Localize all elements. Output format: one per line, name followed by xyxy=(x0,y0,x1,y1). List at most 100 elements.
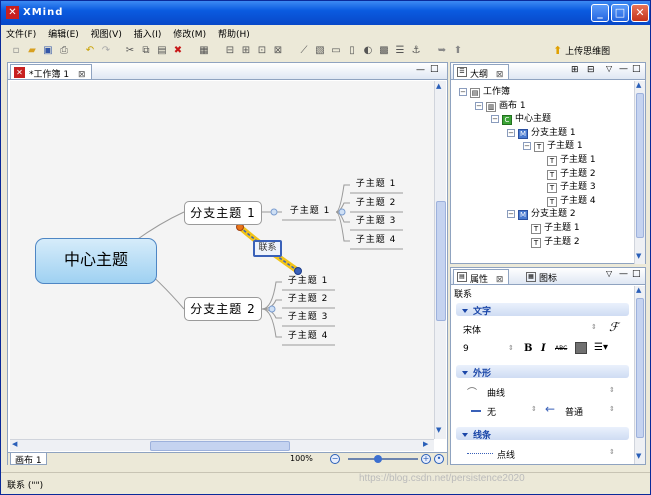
menu-help[interactable]: 帮助(H) xyxy=(213,25,254,40)
paste-icon[interactable]: ▤ xyxy=(155,44,169,58)
size-spinner-icon[interactable]: ⇕ xyxy=(508,344,514,352)
collapse-handle-3[interactable] xyxy=(268,305,276,313)
boundary-icon[interactable]: ▭ xyxy=(329,44,343,58)
zoom-slider[interactable] xyxy=(348,458,418,460)
collapse-icon[interactable]: − xyxy=(507,128,515,137)
delete-icon[interactable]: ✖ xyxy=(171,44,185,58)
properties-scrollbar[interactable]: ▲ ▼ xyxy=(634,286,645,464)
font-picker-icon[interactable]: ℱ xyxy=(609,320,618,334)
font-size-value[interactable]: 9 xyxy=(463,344,469,354)
outline-tree-row[interactable]: − C 中心主题 xyxy=(491,111,551,126)
outline-tree-row[interactable]: T 子主题 2 xyxy=(531,234,580,248)
minimize-button[interactable]: _ xyxy=(591,4,609,22)
collapse-handle-2[interactable] xyxy=(338,208,346,216)
line-shape-value[interactable]: 曲线 xyxy=(487,386,505,399)
scroll-right-icon[interactable]: ▶ xyxy=(423,440,428,448)
outline-scroll-up-icon[interactable]: ▲ xyxy=(636,81,641,89)
start-arrow-spinner-icon[interactable]: ⇕ xyxy=(531,405,537,413)
bold-icon[interactable]: B xyxy=(524,343,532,354)
menu-file[interactable]: 文件(F) xyxy=(1,25,40,40)
outline-tree-row[interactable]: T 子主题 1 xyxy=(531,220,580,234)
outline-tool-icon[interactable]: ⊞ xyxy=(571,65,579,75)
outline-tree-row[interactable]: T 子主题 1 xyxy=(547,152,596,166)
vertical-scroll-thumb[interactable] xyxy=(436,201,446,321)
close-properties-icon[interactable]: ⊠ xyxy=(496,275,504,285)
outline-tree-row[interactable]: − T 子主题 1 xyxy=(523,138,583,153)
collapse-icon[interactable]: − xyxy=(523,142,531,151)
end-arrow-spinner-icon[interactable]: ⇕ xyxy=(609,405,615,413)
main-topic-2[interactable]: 分支主题 2 xyxy=(184,297,262,321)
insert-topic-icon[interactable]: ⊟ xyxy=(223,44,237,58)
outline-tab[interactable]: ☰ 大纲 ⊠ xyxy=(453,64,510,80)
outline-tool2-icon[interactable]: ⊟ xyxy=(587,65,595,75)
relationship-label[interactable]: 联系 xyxy=(253,240,282,257)
menu-view[interactable]: 视图(V) xyxy=(86,25,126,40)
scroll-down-icon[interactable]: ▼ xyxy=(436,426,441,434)
collapse-icon[interactable]: − xyxy=(491,115,499,124)
save-icon[interactable]: ▣ xyxy=(41,44,55,58)
horizontal-scroll-thumb[interactable] xyxy=(150,441,290,451)
properties-scroll-down-icon[interactable]: ▼ xyxy=(636,452,641,460)
italic-icon[interactable]: I xyxy=(541,343,546,354)
insert-subtopic-icon[interactable]: ⊞ xyxy=(239,44,253,58)
leaf-topic[interactable]: 子主题 2 xyxy=(280,291,336,308)
view-menu-icon[interactable]: ▽ xyxy=(606,64,612,73)
scroll-left-icon[interactable]: ◀ xyxy=(12,440,17,448)
redo-icon[interactable]: ↷ xyxy=(99,44,113,58)
outline-scroll-down-icon[interactable]: ▼ xyxy=(636,252,641,260)
notes-icon[interactable]: ☰ xyxy=(393,44,407,58)
outline-tree-row[interactable]: T 子主题 4 xyxy=(547,193,596,207)
summary-icon[interactable]: ▯ xyxy=(345,44,359,58)
central-topic[interactable]: 中心主题 xyxy=(35,238,157,284)
leaf-topic[interactable]: 子主题 3 xyxy=(280,309,336,326)
text-section-header[interactable]: 文字 xyxy=(456,303,629,317)
collapse-handle-1[interactable] xyxy=(270,208,278,216)
leaf-topic[interactable]: 子主题 4 xyxy=(348,232,404,249)
mind-map-canvas[interactable]: 中心主题 分支主题 1 分支主题 2 子主题 1 子主题 1 子主题 2 子主题… xyxy=(10,81,434,439)
outline-scroll-thumb[interactable] xyxy=(636,93,644,238)
end-arrow-value[interactable]: 普通 xyxy=(565,405,583,418)
menu-insert[interactable]: 插入(I) xyxy=(129,25,166,40)
zoom-slider-knob[interactable] xyxy=(374,455,382,463)
image-icon[interactable]: ▧ xyxy=(313,44,327,58)
shape-spinner-icon[interactable]: ⇕ xyxy=(609,386,615,394)
font-family-value[interactable]: 宋体 xyxy=(463,323,481,336)
close-outline-icon[interactable]: ⊠ xyxy=(496,70,504,80)
upload-button[interactable]: ⬆ 上传思维图 xyxy=(553,44,610,57)
leaf-topic[interactable]: 子主题 3 xyxy=(348,213,404,230)
outline-tree-row[interactable]: − M 分支主题 2 xyxy=(507,206,576,221)
outline-tree-row[interactable]: T 子主题 3 xyxy=(547,179,596,194)
menu-edit[interactable]: 编辑(E) xyxy=(43,25,83,40)
zoom-out-icon[interactable]: − xyxy=(330,454,340,464)
outline-tree-row[interactable]: T 子主题 2 xyxy=(547,166,596,180)
text-color-icon[interactable] xyxy=(575,342,587,354)
maximize-view-icon[interactable]: □ xyxy=(430,64,439,74)
leaf-topic[interactable]: 子主题 1 xyxy=(280,273,336,290)
drill-up-icon[interactable]: ⬆ xyxy=(451,44,465,58)
align-icon[interactable]: ☰▾ xyxy=(594,342,608,353)
undo-icon[interactable]: ↶ xyxy=(83,44,97,58)
subtopic-1[interactable]: 子主题 1 xyxy=(282,203,338,220)
close-button[interactable]: ✕ xyxy=(631,4,649,22)
zoom-fit-icon[interactable]: • xyxy=(434,454,444,464)
collapse-icon[interactable]: − xyxy=(459,88,467,96)
outline-tree-row[interactable]: − M 分支主题 1 xyxy=(507,125,576,139)
minimize-outline-icon[interactable]: — xyxy=(619,64,628,74)
scroll-up-icon[interactable]: ▲ xyxy=(436,82,441,90)
relationship-icon[interactable]: ⟋ xyxy=(297,44,311,58)
insert-parent-icon[interactable]: ⊠ xyxy=(271,44,285,58)
leaf-topic[interactable]: 子主题 1 xyxy=(348,176,404,193)
main-topic-1[interactable]: 分支主题 1 xyxy=(184,201,262,225)
sheet-tab[interactable]: 画布 1 xyxy=(10,453,47,466)
font-spinner-icon[interactable]: ⇕ xyxy=(591,323,597,331)
zoom-in-icon[interactable]: + xyxy=(421,454,431,464)
shape-section-header[interactable]: 外形 xyxy=(456,365,629,379)
close-tab-icon[interactable]: ⊠ xyxy=(78,70,86,80)
properties-menu-icon[interactable]: ▽ xyxy=(606,269,612,278)
outline-tree-row[interactable]: − ▤ 工作簿 xyxy=(459,84,510,98)
canvas-horizontal-scrollbar[interactable]: ◀ ▶ xyxy=(10,439,434,451)
properties-scroll-thumb[interactable] xyxy=(636,298,644,438)
line-style-value[interactable]: 点线 xyxy=(497,448,515,461)
properties-scroll-up-icon[interactable]: ▲ xyxy=(636,286,641,294)
outline-scrollbar[interactable]: ▲ ▼ xyxy=(634,81,645,264)
